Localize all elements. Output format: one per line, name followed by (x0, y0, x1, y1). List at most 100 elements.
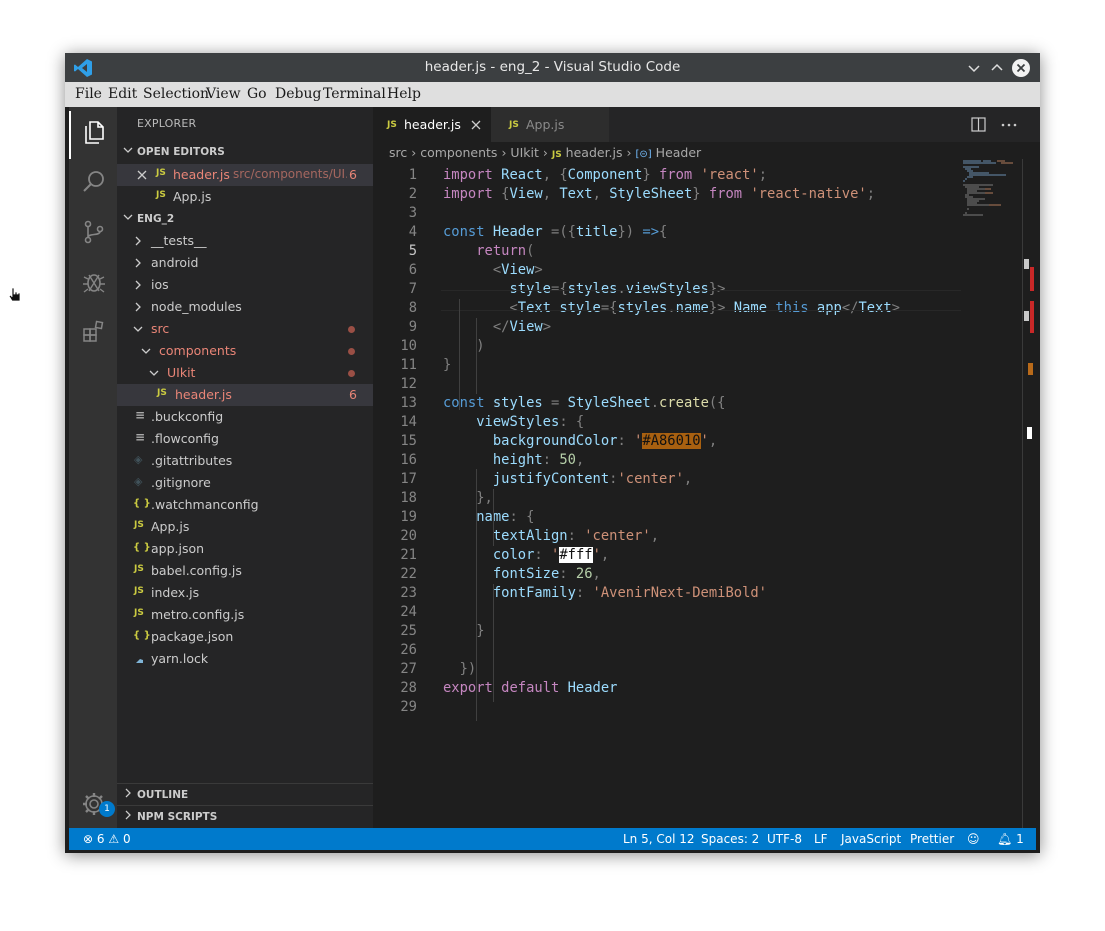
file-app-json[interactable]: { } app.json (117, 538, 373, 560)
file-app-js[interactable]: JS App.js (117, 516, 373, 538)
breadcrumb-uikit[interactable]: UIkit (510, 145, 538, 160)
file-index-js[interactable]: JS index.js (117, 582, 373, 604)
folder-tests[interactable]: __tests__ (117, 230, 373, 252)
open-editor-header-js[interactable]: JS header.js src/components/UI... 6 (117, 164, 373, 186)
menu-edit[interactable]: Edit (108, 86, 137, 102)
code-line: viewStyles: { (476, 414, 585, 430)
folder-node-modules[interactable]: node_modules (117, 296, 373, 318)
close-window-icon[interactable] (1012, 59, 1030, 77)
line-number: 3 (408, 205, 417, 221)
open-editor-app-js[interactable]: JS App.js (117, 186, 373, 208)
cursor-position[interactable]: Ln 5, Col 12 (623, 832, 695, 846)
folder-label: ios (151, 277, 169, 292)
file-watchmanconfig[interactable]: { } .watchmanconfig (117, 494, 373, 516)
file-package-json[interactable]: { } package.json (117, 626, 373, 648)
feedback-smiley-icon[interactable]: ☺ (967, 832, 980, 846)
json-file-icon: { } (133, 630, 151, 641)
extensions-icon[interactable] (81, 319, 107, 345)
js-file-icon: JS (134, 520, 144, 530)
line-number: 15 (400, 433, 417, 449)
menu-help[interactable]: Help (387, 86, 421, 102)
code-line: }) (443, 661, 477, 677)
file-yarn-lock[interactable]: yarn.lock (117, 648, 373, 670)
scrollbar-track[interactable] (1022, 159, 1023, 828)
menu-selection[interactable]: Selection (143, 86, 209, 102)
folder-components[interactable]: components (117, 340, 373, 362)
close-icon[interactable] (137, 170, 147, 180)
indent-guide (493, 584, 494, 702)
line-number: 23 (400, 585, 417, 601)
yarn-file-icon (136, 654, 143, 663)
encoding-status[interactable]: UTF-8 (767, 832, 802, 846)
menu-terminal[interactable]: Terminal (323, 86, 386, 102)
debug-bug-icon[interactable] (81, 269, 107, 295)
indent-guide (476, 469, 477, 721)
code-editor[interactable]: 1 import React, {Component} from 'react';… (373, 167, 1040, 767)
breadcrumb-separator-icon: › (626, 145, 636, 160)
outline-section[interactable]: OUTLINE (117, 783, 373, 806)
maximize-chevron-icon[interactable] (988, 59, 1006, 77)
notifications-status[interactable]: 🔔︎ 1 (997, 832, 1024, 846)
file-buckconfig[interactable]: ≡ .buckconfig (117, 406, 373, 428)
current-line-highlight (441, 290, 961, 311)
breadcrumb-file[interactable]: header.js (566, 145, 623, 160)
js-file-icon: JS (387, 120, 397, 130)
minimap[interactable] (961, 159, 1021, 229)
line-number: 12 (400, 376, 417, 392)
file-gitignore[interactable]: ◈ .gitignore (117, 472, 373, 494)
split-editor-icon[interactable] (971, 117, 986, 132)
line-number: 18 (400, 490, 417, 506)
source-control-icon[interactable] (81, 219, 107, 245)
code-line: import {View, Text, StyleSheet} from 're… (443, 186, 876, 202)
problem-count: 6 (349, 387, 357, 402)
close-tab-icon[interactable] (471, 120, 481, 130)
tab-header-js[interactable]: JS header.js (373, 107, 491, 142)
folder-ios[interactable]: ios (117, 274, 373, 296)
menu-go[interactable]: Go (247, 86, 267, 102)
title-bar: header.js - eng_2 - Visual Studio Code (65, 53, 1040, 82)
git-file-icon: ◈ (134, 475, 143, 488)
overview-marker (1024, 311, 1029, 321)
language-mode[interactable]: JavaScript (841, 832, 901, 846)
file-label: .buckconfig (151, 409, 224, 424)
problems-status[interactable]: ⊗ 6 ⚠ 0 (83, 832, 131, 846)
js-file-icon: JS (134, 564, 144, 574)
js-file-icon: JS (134, 608, 144, 618)
file-header-js[interactable]: JS header.js 6 (117, 384, 373, 406)
folder-android[interactable]: android (117, 252, 373, 274)
folder-uikit[interactable]: UIkit (117, 362, 373, 384)
code-line: color: '#fff', (492, 547, 610, 563)
menu-debug[interactable]: Debug (275, 86, 321, 102)
code-line: export default Header (443, 680, 618, 696)
overview-color-marker (1027, 427, 1032, 439)
breadcrumb-src[interactable]: src (389, 145, 407, 160)
js-file-icon: JS (509, 120, 519, 130)
minimize-chevron-icon[interactable] (965, 59, 983, 77)
project-section[interactable]: ENG_2 (117, 208, 373, 230)
eol-status[interactable]: LF (814, 832, 828, 846)
line-number: 25 (400, 623, 417, 639)
file-metro-config[interactable]: JS metro.config.js (117, 604, 373, 626)
line-number: 28 (400, 680, 417, 696)
search-icon[interactable] (81, 169, 107, 195)
more-actions-icon[interactable] (1001, 123, 1017, 127)
formatter-status[interactable]: Prettier (910, 832, 954, 846)
file-babel-config[interactable]: JS babel.config.js (117, 560, 373, 582)
overview-marker (1024, 259, 1029, 269)
tab-app-js[interactable]: JS App.js (491, 107, 609, 142)
breadcrumb-symbol[interactable]: Header (656, 145, 702, 160)
line-number: 5 (408, 243, 417, 259)
menu-file[interactable]: File (75, 86, 102, 102)
npm-scripts-section[interactable]: NPM SCRIPTS (117, 805, 373, 828)
folder-label: components (159, 343, 237, 358)
chevron-right-icon (135, 280, 141, 290)
file-flowconfig[interactable]: ≡ .flowconfig (117, 428, 373, 450)
menu-view[interactable]: View (206, 86, 241, 102)
folder-src[interactable]: src (117, 318, 373, 340)
breadcrumb-components[interactable]: components (420, 145, 497, 160)
indentation-status[interactable]: Spaces: 2 (701, 832, 759, 846)
open-editors-section[interactable]: OPEN EDITORS (117, 141, 373, 163)
explorer-files-icon[interactable] (81, 119, 107, 145)
file-gitattributes[interactable]: ◈ .gitattributes (117, 450, 373, 472)
code-line: } (443, 623, 485, 639)
